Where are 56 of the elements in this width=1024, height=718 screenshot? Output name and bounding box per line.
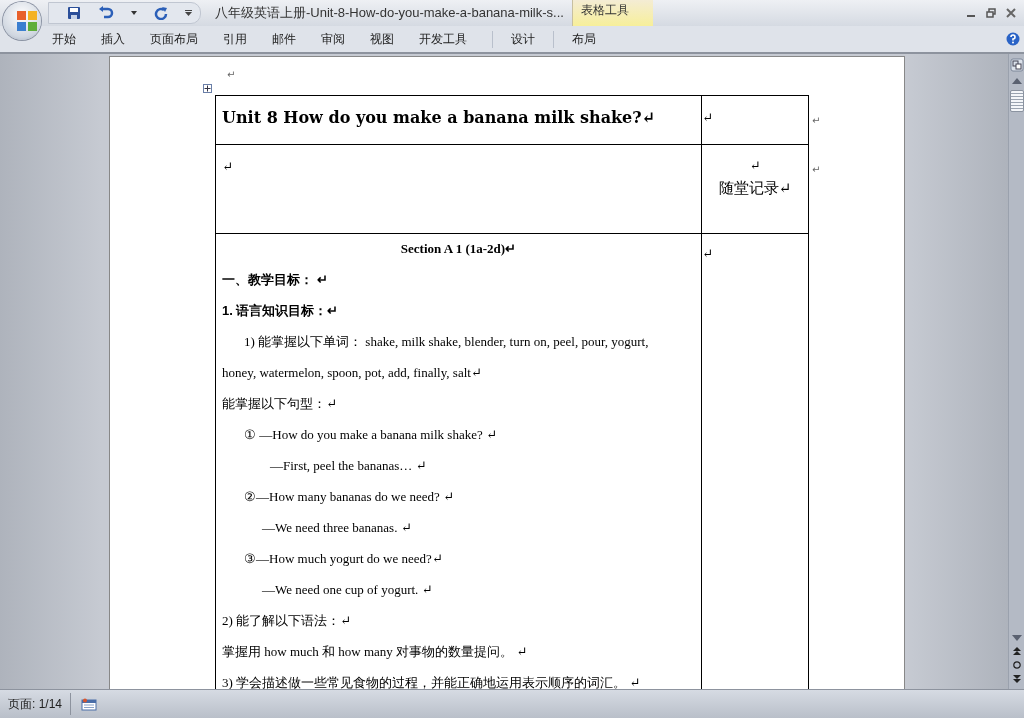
text-line: —We need three bananas. ↵: [261, 519, 413, 537]
text-line: ↵: [748, 157, 762, 175]
text-line: 掌握用 how much 和 how many 对事物的数量提问。 ↵: [222, 643, 529, 661]
save-icon[interactable]: [67, 6, 81, 20]
text-line: 能掌握以下句型：↵: [222, 395, 338, 413]
undo-icon[interactable]: [98, 6, 114, 20]
ribbon-tab[interactable]: 开始: [52, 30, 76, 48]
redo-icon[interactable]: [154, 6, 168, 20]
text-line: honey, watermelon, spoon, pot, add, finally, salt↵: [222, 364, 483, 382]
window-title: 八年级英语上册-Unit-8-How-do-you-make-a-banana-milk-s...: [215, 4, 564, 22]
ribbon-tab[interactable]: 布局: [553, 30, 614, 48]
paragraph-mark: ↵: [227, 69, 237, 82]
previous-page-icon[interactable]: [1012, 647, 1021, 655]
office-button[interactable]: [3, 2, 41, 40]
ribbon-tab[interactable]: 设计: [492, 30, 553, 48]
ribbon-tab[interactable]: 页面布局: [150, 30, 198, 48]
document-icon[interactable]: [81, 697, 98, 711]
ribbon-tab[interactable]: 审阅: [321, 30, 345, 48]
text-line: ↵: [222, 158, 234, 176]
text-line: ③—How much yogurt do we need?↵: [243, 550, 444, 568]
table-move-handle-icon[interactable]: [203, 84, 212, 93]
scroll-thumb[interactable]: [1009, 90, 1024, 112]
row-end-mark: ↵: [812, 163, 821, 175]
text-line: ②—How many bananas do we need? ↵: [243, 488, 455, 506]
close-icon[interactable]: [1006, 8, 1016, 18]
text-line: 1) 能掌握以下单词： shake, milk shake, blender, turn on, peel, pour, yogurt,: [243, 333, 650, 351]
restore-icon[interactable]: [986, 8, 996, 18]
scroll-down-icon[interactable]: [1011, 635, 1022, 641]
text-line: 2) 能了解以下语法：↵: [222, 612, 352, 630]
text-line: ① —How do you make a banana milk shake? ↵: [243, 426, 498, 444]
text-line: —First, peel the bananas… ↵: [269, 457, 428, 475]
ribbon-tab[interactable]: 引用: [223, 30, 247, 48]
text-line: —We need one cup of yogurt. ↵: [261, 581, 434, 599]
office-logo-icon: [15, 9, 39, 33]
scroll-up-icon[interactable]: [1011, 78, 1022, 84]
text-line: Section A 1 (1a-2d)↵: [399, 240, 518, 258]
row-end-mark: ↵: [812, 114, 821, 126]
text-line: 1. 语言知识目标：↵: [222, 302, 340, 320]
page-indicator[interactable]: 页面: 1/14: [0, 693, 72, 715]
ribbon-tab[interactable]: 插入: [101, 30, 125, 48]
customize-icon[interactable]: [185, 10, 192, 16]
ribbon-tab[interactable]: 邮件: [272, 30, 296, 48]
next-page-icon[interactable]: [1012, 675, 1021, 683]
text-line: ↵: [702, 245, 714, 263]
dropdown-icon[interactable]: [131, 11, 137, 15]
help-icon[interactable]: [1006, 32, 1020, 46]
ribbon-tab[interactable]: 开发工具: [419, 30, 467, 48]
context-label: 表格工具: [571, 0, 653, 26]
text-line: Unit 8 How do you make a banana milk shake?↵: [222, 107, 657, 129]
text-line: 一、教学目标： ↵: [222, 271, 329, 289]
text-line: 3) 学会描述做一些常见食物的过程，并能正确地运用表示顺序的词汇。 ↵: [222, 674, 642, 689]
text-line: 随堂记录↵: [717, 179, 793, 198]
browse-object-icon[interactable]: [1012, 661, 1021, 669]
ruler-toggle-icon[interactable]: [1009, 58, 1024, 72]
text-line: ↵: [702, 109, 714, 127]
ribbon-tab[interactable]: 视图: [370, 30, 394, 48]
